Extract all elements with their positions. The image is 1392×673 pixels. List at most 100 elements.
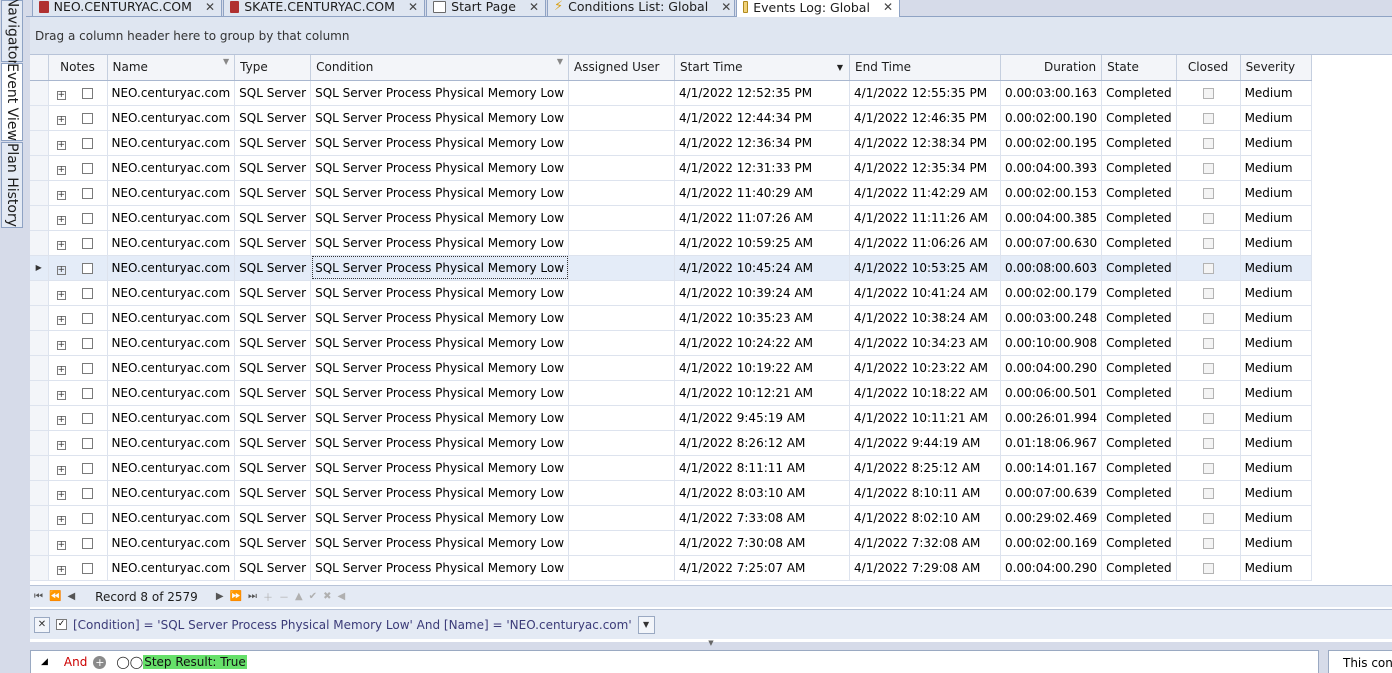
expand-icon[interactable]: + [56,115,66,125]
start-time-cell[interactable]: 4/1/2022 10:39:24 AM [674,280,851,306]
table-row[interactable]: + NEO.centuryac.com SQL Server SQL Server P… [30,130,1312,156]
end-time-cell[interactable]: 4/1/2022 8:10:11 AM [849,480,1002,506]
severity-cell[interactable]: Medium [1240,380,1312,406]
condition-cell[interactable]: SQL Server Process Physical Memory Low [310,455,570,481]
duration-cell[interactable]: 0.00:10:00.908 [1000,330,1103,356]
state-cell[interactable]: Completed [1101,230,1177,256]
column-header-state[interactable]: State [1101,55,1177,81]
type-cell[interactable]: SQL Server [234,555,312,581]
duration-cell[interactable]: 0.00:08:00.603 [1000,255,1103,281]
start-time-cell[interactable]: 4/1/2022 7:30:08 AM [674,530,851,556]
assigned-user-cell[interactable] [568,155,676,181]
filter-expression[interactable]: [Condition] = 'SQL Server Process Physic… [73,618,632,632]
notes-checkbox[interactable] [81,412,93,424]
condition-cell[interactable]: SQL Server Process Physical Memory Low [310,180,570,206]
type-cell[interactable]: SQL Server [234,430,312,456]
condition-cell[interactable]: SQL Server Process Physical Memory Low [310,405,570,431]
name-cell[interactable]: NEO.centuryac.com [107,530,236,556]
previous-page-icon[interactable]: ⏪ [49,591,61,602]
table-row[interactable]: ▶ + NEO.centuryac.com SQL Server SQL Server … [30,255,1312,281]
closed-checkbox[interactable] [1202,87,1214,99]
closed-checkbox[interactable] [1202,312,1214,324]
assigned-user-cell[interactable] [568,105,676,131]
column-header-name[interactable]: Name ▼ [107,55,236,81]
closed-checkbox[interactable] [1202,362,1214,374]
condition-cell[interactable]: SQL Server Process Physical Memory Low [310,255,570,281]
start-time-cell[interactable]: 4/1/2022 12:52:35 PM [674,80,851,106]
table-row[interactable]: + NEO.centuryac.com SQL Server SQL Server P… [30,505,1312,531]
end-time-cell[interactable]: 4/1/2022 10:38:24 AM [849,305,1002,331]
column-header-assigned-user[interactable]: Assigned User [568,55,676,81]
severity-cell[interactable]: Medium [1240,205,1312,231]
closed-checkbox[interactable] [1202,212,1214,224]
condition-cell[interactable]: SQL Server Process Physical Memory Low [310,505,570,531]
closed-cell[interactable] [1176,255,1241,281]
close-icon[interactable]: ✕ [529,0,539,14]
assigned-user-cell[interactable] [568,455,676,481]
notes-checkbox[interactable] [81,112,93,124]
condition-cell[interactable]: SQL Server Process Physical Memory Low [310,355,570,381]
expand-icon[interactable]: + [56,90,66,100]
closed-cell[interactable] [1176,555,1241,581]
closed-checkbox[interactable] [1202,337,1214,349]
end-time-cell[interactable]: 4/1/2022 12:55:35 PM [849,80,1002,106]
assigned-user-cell[interactable] [568,330,676,356]
name-cell[interactable]: NEO.centuryac.com [107,80,236,106]
closed-cell[interactable] [1176,230,1241,256]
assigned-user-cell[interactable] [568,280,676,306]
start-time-cell[interactable]: 4/1/2022 8:03:10 AM [674,480,851,506]
condition-cell[interactable]: SQL Server Process Physical Memory Low [310,80,570,106]
duration-cell[interactable]: 0.00:04:00.393 [1000,155,1103,181]
column-header-type[interactable]: Type [234,55,312,81]
type-cell[interactable]: SQL Server [234,505,312,531]
name-cell[interactable]: NEO.centuryac.com [107,230,236,256]
row-indicator[interactable] [30,555,49,581]
condition-cell[interactable]: SQL Server Process Physical Memory Low [310,155,570,181]
notes-checkbox[interactable] [81,312,93,324]
notes-checkbox[interactable] [81,537,93,549]
closed-cell[interactable] [1176,405,1241,431]
close-icon[interactable]: ✕ [205,0,215,14]
type-cell[interactable]: SQL Server [234,180,312,206]
notes-checkbox[interactable] [81,287,93,299]
table-row[interactable]: + NEO.centuryac.com SQL Server SQL Server P… [30,105,1312,131]
condition-cell[interactable]: SQL Server Process Physical Memory Low [310,555,570,581]
assigned-user-cell[interactable] [568,255,676,281]
type-cell[interactable]: SQL Server [234,330,312,356]
closed-cell[interactable] [1176,455,1241,481]
duration-cell[interactable]: 0.00:04:00.290 [1000,555,1103,581]
table-row[interactable]: + NEO.centuryac.com SQL Server SQL Server P… [30,480,1312,506]
end-time-cell[interactable]: 4/1/2022 8:02:10 AM [849,505,1002,531]
expand-icon[interactable]: + [56,490,66,500]
type-cell[interactable]: SQL Server [234,355,312,381]
type-cell[interactable]: SQL Server [234,455,312,481]
save-record-icon[interactable]: ✔ [309,591,317,602]
closed-checkbox[interactable] [1202,162,1214,174]
table-row[interactable]: + NEO.centuryac.com SQL Server SQL Server P… [30,405,1312,431]
table-row[interactable]: + NEO.centuryac.com SQL Server SQL Server P… [30,155,1312,181]
notes-checkbox[interactable] [81,362,93,374]
start-time-cell[interactable]: 4/1/2022 9:45:19 AM [674,405,851,431]
type-cell[interactable]: SQL Server [234,230,312,256]
cancel-edit-icon[interactable]: ✖ [323,591,331,602]
end-time-cell[interactable]: 4/1/2022 10:11:21 AM [849,405,1002,431]
closed-checkbox[interactable] [1202,412,1214,424]
expand-icon[interactable]: + [56,265,66,275]
expand-icon[interactable]: + [56,515,66,525]
end-time-cell[interactable]: 4/1/2022 10:53:25 AM [849,255,1002,281]
notes-checkbox[interactable] [81,162,93,174]
severity-cell[interactable]: Medium [1240,555,1312,581]
row-indicator[interactable] [30,505,49,531]
type-cell[interactable]: SQL Server [234,155,312,181]
assigned-user-cell[interactable] [568,505,676,531]
expand-icon[interactable]: + [56,165,66,175]
closed-cell[interactable] [1176,305,1241,331]
name-cell[interactable]: NEO.centuryac.com [107,105,236,131]
duration-cell[interactable]: 0.00:02:00.169 [1000,530,1103,556]
name-cell[interactable]: NEO.centuryac.com [107,130,236,156]
tab-neo[interactable]: NEO.CENTURYAC.COM ✕ [32,0,222,16]
expand-icon[interactable]: + [56,440,66,450]
notes-checkbox[interactable] [81,337,93,349]
collapse-icon[interactable]: ◢ [41,657,48,667]
table-row[interactable]: + NEO.centuryac.com SQL Server SQL Server P… [30,455,1312,481]
